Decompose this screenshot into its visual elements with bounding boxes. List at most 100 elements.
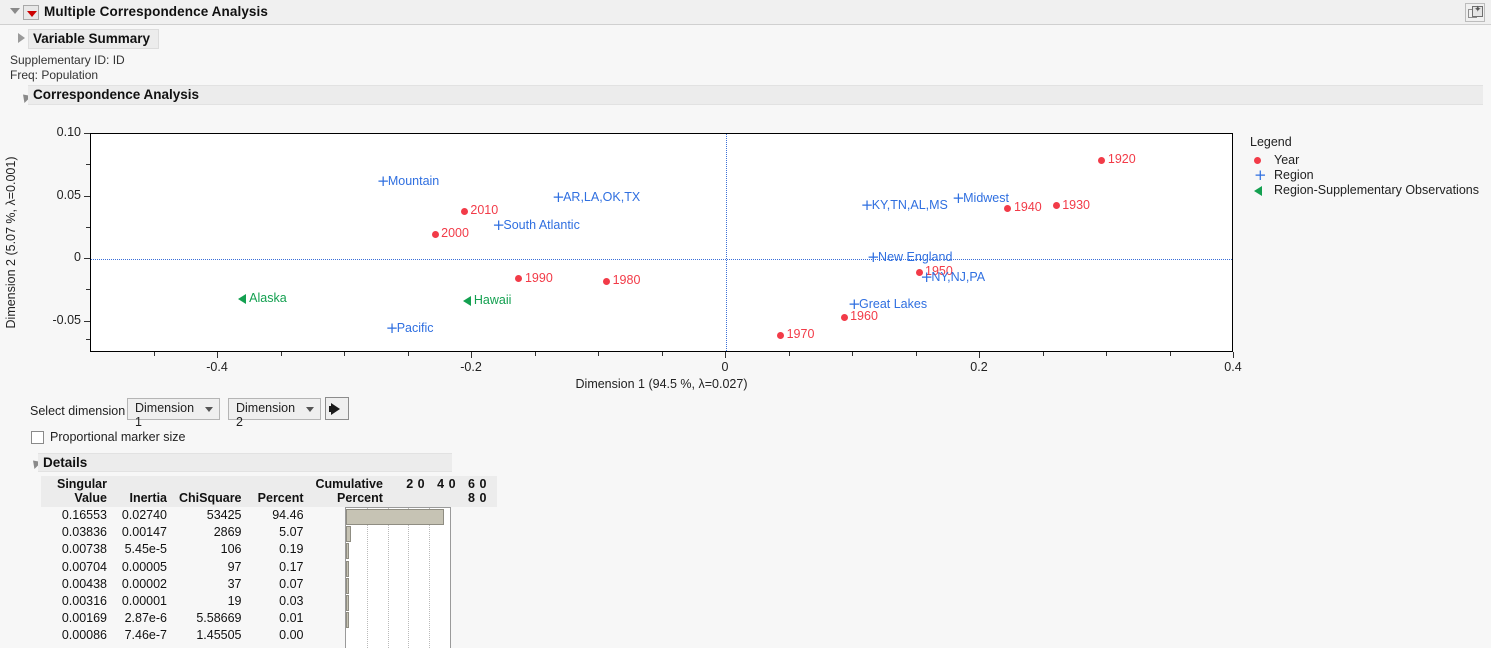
left-triangle-marker-icon — [1254, 186, 1262, 196]
x-tick-minor — [408, 352, 409, 356]
x-tick — [217, 352, 218, 358]
percent-bar — [346, 578, 349, 594]
x-tick-minor — [598, 352, 599, 356]
x-tick-minor — [281, 352, 282, 356]
point-label-1940: 1940 — [1014, 200, 1042, 214]
x-tick-minor — [916, 352, 917, 356]
column-header[interactable]: Singular Value — [41, 476, 113, 507]
dimension-x-dropdown[interactable]: Dimension 1 — [127, 398, 220, 420]
percent-bar — [346, 595, 349, 611]
point-label-2000: 2000 — [441, 226, 469, 240]
x-tick-minor — [1170, 352, 1171, 356]
cell-percent: 5.07 — [248, 524, 310, 541]
region-marker-South-Atlantic[interactable]: + — [492, 220, 503, 231]
point-label-Mountain: Mountain — [388, 174, 439, 188]
x-tick-minor — [789, 352, 790, 356]
legend-item-region[interactable]: Region-Supplementary Observations — [1250, 183, 1490, 198]
year-marker-2000[interactable] — [432, 231, 439, 238]
x-tick — [725, 352, 726, 358]
region-marker-Pacific[interactable]: + — [386, 323, 397, 334]
region-marker-Mountain[interactable]: + — [377, 176, 388, 187]
column-header[interactable]: Inertia — [113, 476, 173, 507]
plot-frame: 1920193019401950196019701980199020002010… — [90, 133, 1233, 352]
region-marker-Great-Lakes[interactable]: + — [848, 299, 859, 310]
supplementary-id-text: Supplementary ID: ID — [10, 53, 125, 67]
legend-item-label: Year — [1274, 153, 1299, 167]
region-marker-KY-TN-AL-MS[interactable]: + — [861, 200, 872, 211]
region-marker-NY-NJ-PA[interactable]: + — [920, 272, 931, 283]
cell-chisquare: 97 — [173, 559, 248, 576]
x-tick — [471, 352, 472, 358]
supplementary-marker-Hawaii[interactable] — [463, 296, 471, 306]
legend-item-label: Region-Supplementary Observations — [1274, 183, 1479, 197]
variable-summary-disclosure-icon[interactable] — [18, 33, 25, 43]
cell-singular-value: 0.00704 — [41, 559, 113, 576]
cell-percent: 0.03 — [248, 593, 310, 610]
x-tick-minor — [1106, 352, 1107, 356]
year-marker-1980[interactable] — [603, 278, 610, 285]
year-marker-1990[interactable] — [515, 275, 522, 282]
cell-inertia: 0.00001 — [113, 593, 173, 610]
point-label-Great-Lakes: Great Lakes — [859, 297, 927, 311]
y-tick-label: 0.05 — [57, 188, 81, 202]
vertical-reference-line — [726, 134, 727, 351]
column-header[interactable]: Cumulative Percent — [310, 476, 389, 507]
percent-bar — [346, 526, 351, 542]
window-outline-triangle-icon[interactable] — [10, 8, 20, 14]
region-marker-New-England[interactable]: + — [867, 252, 878, 263]
cell-inertia: 5.45e-5 — [113, 541, 173, 558]
cell-singular-value: 0.00438 — [41, 576, 113, 593]
freq-text: Freq: Population — [10, 68, 98, 82]
cell-inertia: 0.00147 — [113, 524, 173, 541]
point-label-1920: 1920 — [1108, 152, 1136, 166]
point-label-Alaska: Alaska — [249, 291, 287, 305]
region-marker-Midwest[interactable]: + — [952, 193, 963, 204]
details-header-bar — [38, 453, 452, 472]
column-header[interactable]: Percent — [248, 476, 310, 507]
y-axis: 0.100.050-0.05 — [60, 133, 90, 352]
year-marker-1930[interactable] — [1053, 202, 1060, 209]
cell-percent: 94.46 — [248, 507, 310, 524]
point-label-South-Atlantic: South Atlantic — [503, 218, 579, 232]
proportional-marker-size-checkbox[interactable] — [31, 431, 44, 444]
legend-title: Legend — [1250, 135, 1490, 149]
cell-singular-value: 0.00086 — [41, 627, 113, 644]
legend-item-year[interactable]: Year — [1250, 153, 1490, 168]
y-axis-title: Dimension 2 (5.07 %, λ=0.001) — [4, 133, 20, 352]
legend: Legend Year+RegionRegion-Supplementary O… — [1250, 135, 1490, 198]
go-arrow-button[interactable] — [325, 397, 349, 420]
x-tick-minor — [344, 352, 345, 356]
bar-chart-axis-header: 20 40 60 80 — [389, 476, 497, 507]
year-marker-2010[interactable] — [461, 208, 468, 215]
red-disclosure-icon[interactable] — [23, 5, 39, 20]
horizontal-reference-line — [91, 259, 1232, 260]
cell-chisquare: 37 — [173, 576, 248, 593]
y-tick-label: -0.05 — [53, 313, 82, 327]
x-tick-label: 0.2 — [970, 360, 987, 374]
variable-summary-header[interactable]: Variable Summary — [28, 29, 159, 49]
proportional-marker-size-label[interactable]: Proportional marker size — [50, 430, 185, 444]
region-marker-AR-LA-OK-TX[interactable]: + — [552, 192, 563, 203]
legend-item-region[interactable]: +Region — [1250, 168, 1490, 183]
restore-window-icon[interactable] — [1465, 3, 1485, 22]
y-tick-label: 0 — [74, 250, 81, 264]
point-label-1970: 1970 — [787, 327, 815, 341]
table-header-row: Singular ValueInertiaChiSquarePercentCum… — [41, 476, 497, 507]
cell-inertia: 7.46e-7 — [113, 627, 173, 644]
year-marker-1960[interactable] — [841, 314, 848, 321]
dimension-y-dropdown[interactable]: Dimension 2 — [228, 398, 321, 420]
cell-inertia: 0.00005 — [113, 559, 173, 576]
window-title-bar: Multiple Correspondence Analysis — [0, 0, 1491, 25]
year-marker-1920[interactable] — [1098, 157, 1105, 164]
point-label-Hawaii: Hawaii — [474, 293, 512, 307]
x-tick-minor — [535, 352, 536, 356]
supplementary-marker-Alaska[interactable] — [238, 294, 246, 304]
dimension-y-value: Dimension 2 — [236, 401, 295, 429]
cell-chisquare: 53425 — [173, 507, 248, 524]
column-header[interactable]: ChiSquare — [173, 476, 248, 507]
x-tick-label: 0 — [722, 360, 729, 374]
year-marker-1970[interactable] — [777, 332, 784, 339]
page-title: Multiple Correspondence Analysis — [44, 4, 268, 19]
cell-percent: 0.19 — [248, 541, 310, 558]
year-marker-1940[interactable] — [1004, 205, 1011, 212]
